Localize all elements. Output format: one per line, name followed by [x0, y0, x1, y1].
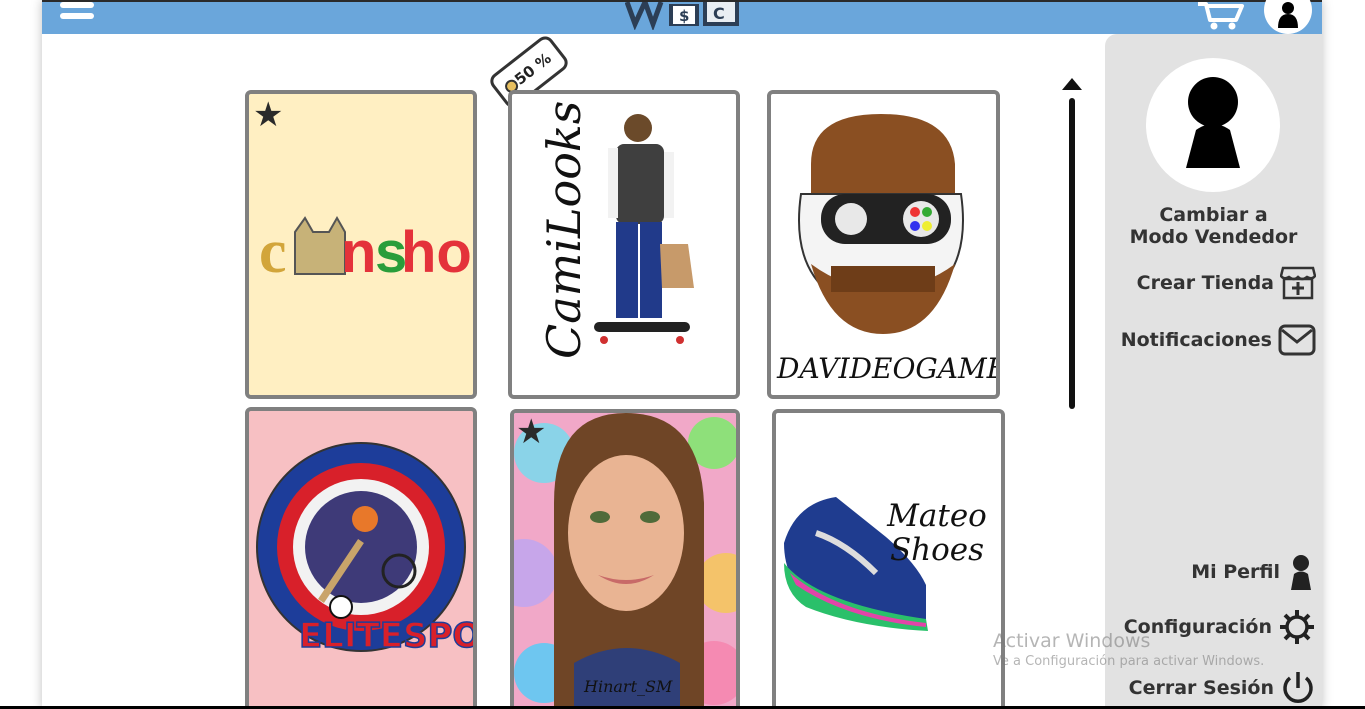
svg-text:C: C [713, 4, 725, 23]
create-store-button[interactable]: Crear Tienda [1137, 266, 1316, 300]
store-card-canishop[interactable]: ★ c n s hop [245, 90, 477, 399]
user-side-panel: Cambiar a Modo Vendedor Crear Tienda Not… [1105, 34, 1322, 709]
svg-text:n: n [341, 220, 376, 285]
top-navigation-bar: $ C [42, 0, 1322, 34]
store-card-hinart[interactable]: ★ Hinart_SM [510, 409, 740, 709]
gear-icon [1280, 610, 1314, 644]
scroll-track[interactable] [1069, 98, 1075, 409]
svg-text:CamiLooks: CamiLooks [537, 101, 591, 359]
store-name-label: DAVIDEOGAMES [777, 352, 996, 385]
store-name-label: Mateo Shoes [887, 498, 987, 568]
settings-button[interactable]: Configuración [1124, 608, 1316, 646]
store-card-camilooks[interactable]: CamiLooks [508, 90, 740, 399]
logout-button[interactable]: Cerrar Sesión [1129, 670, 1316, 706]
shopping-cart-icon[interactable] [1196, 2, 1246, 30]
logout-label: Cerrar Sesión [1128, 677, 1274, 699]
person-icon [1291, 555, 1311, 590]
switch-seller-mode-button[interactable]: Cambiar a Modo Vendedor [1105, 204, 1322, 248]
svg-text:ELITESPORT: ELITESPORT [299, 616, 473, 656]
camilooks-logo: CamiLooks [537, 101, 694, 359]
switch-mode-line2: Modo Vendedor [1129, 226, 1298, 248]
notifications-label: Notificaciones [1120, 329, 1272, 351]
profile-picture[interactable] [1146, 58, 1280, 192]
user-avatar-icon[interactable] [1264, 0, 1312, 34]
canishop-logo: c n s hop [259, 215, 473, 286]
davideogames-logo [798, 114, 964, 334]
store-card-mateo-shoes[interactable]: Mateo Shoes [772, 409, 1005, 709]
switch-mode-line1: Cambiar a [1159, 204, 1268, 226]
notifications-button[interactable]: Notificaciones [1121, 324, 1316, 356]
user-silhouette-icon [1186, 77, 1240, 168]
scroll-up-arrow-icon[interactable] [1062, 78, 1082, 90]
create-store-label: Crear Tienda [1136, 272, 1274, 294]
store-card-davideogames[interactable]: DAVIDEOGAMES [767, 90, 1000, 399]
svg-text:$: $ [679, 7, 689, 25]
store-name-label: Hinart_SM [584, 677, 673, 696]
vertical-scrollbar[interactable] [1062, 78, 1082, 410]
hinart-portrait [514, 413, 736, 709]
power-icon [1283, 672, 1313, 703]
featured-star-icon: ★ [516, 412, 547, 452]
hamburger-menu-icon[interactable] [60, 2, 94, 24]
store-logo[interactable]: $ C [625, 2, 743, 30]
settings-label: Configuración [1123, 616, 1272, 638]
store-add-icon [1280, 266, 1316, 300]
svg-text:c: c [259, 218, 287, 286]
app-frame: $ C ★ c n s hop 50 % [42, 0, 1322, 709]
svg-text:hop: hop [401, 220, 473, 285]
store-card-elitesport[interactable]: ELITESPORT [245, 407, 477, 709]
envelope-icon [1278, 324, 1316, 356]
elitesport-logo: ELITESPORT [256, 442, 473, 657]
my-profile-button[interactable]: Mi Perfil [1191, 554, 1316, 590]
my-profile-label: Mi Perfil [1191, 561, 1280, 583]
